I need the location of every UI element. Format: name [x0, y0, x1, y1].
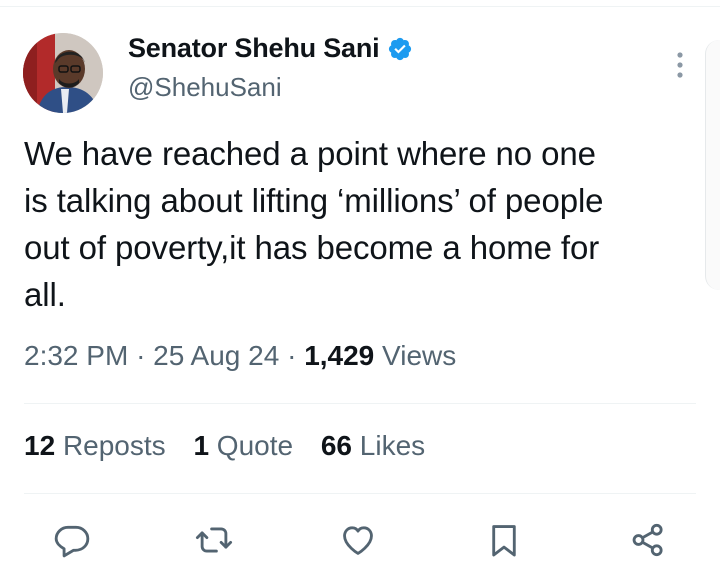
reposts-label: Reposts: [62, 430, 166, 461]
action-bar: [0, 518, 720, 568]
author-row: Senator Shehu Sani: [128, 33, 413, 64]
divider-top: [24, 403, 696, 404]
quotes-label: Quote: [216, 430, 294, 461]
quotes-count: 1: [193, 430, 210, 461]
author-handle[interactable]: @ShehuSani: [128, 72, 282, 103]
bookmark-icon[interactable]: [482, 518, 526, 562]
avatar-photo: [23, 33, 103, 113]
avatar[interactable]: [23, 33, 103, 113]
quotes-stat[interactable]: 1 Quote: [193, 430, 293, 461]
reposts-count: 12: [24, 430, 56, 461]
views-label: Views: [382, 340, 457, 371]
top-divider: [0, 6, 720, 7]
tweet-text: We have reached a point where no one is …: [24, 135, 604, 313]
tweet-date[interactable]: 25 Aug 24: [153, 340, 279, 371]
meta-separator-2: ·: [287, 340, 297, 371]
tweet-meta: 2:32 PM · 25 Aug 24 · 1,429 Views: [24, 340, 456, 372]
likes-stat[interactable]: 66 Likes: [321, 430, 425, 461]
share-icon[interactable]: [626, 518, 670, 562]
scroll-edge: [705, 40, 720, 290]
engagement-stats: 12 Reposts 1 Quote 66 Likes: [24, 430, 445, 462]
meta-separator: ·: [136, 340, 146, 371]
divider-bottom: [24, 493, 696, 494]
likes-label: Likes: [359, 430, 426, 461]
views-count: 1,429: [304, 340, 375, 371]
more-vertical-icon[interactable]: [668, 48, 692, 82]
verified-badge-icon: [387, 36, 413, 62]
display-name[interactable]: Senator Shehu Sani: [128, 33, 380, 64]
repost-icon[interactable]: [192, 518, 236, 562]
heart-icon[interactable]: [336, 518, 380, 562]
likes-count: 66: [320, 430, 353, 461]
tweet-time[interactable]: 2:32 PM: [24, 340, 128, 371]
reposts-stat[interactable]: 12 Reposts: [24, 430, 166, 461]
reply-icon[interactable]: [50, 518, 94, 562]
